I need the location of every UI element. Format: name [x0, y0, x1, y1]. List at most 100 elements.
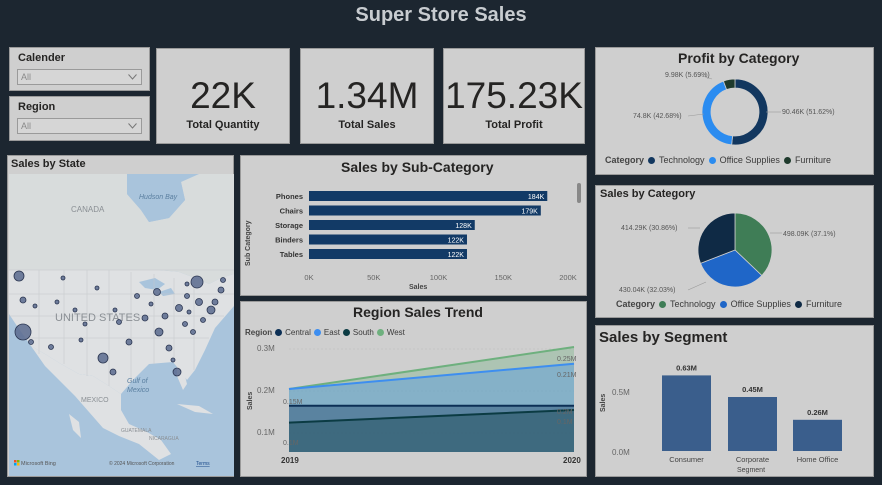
state-bubble[interactable]	[116, 319, 122, 325]
map-terms-link[interactable]: Terms	[196, 461, 210, 467]
legend-technology[interactable]: Technology	[659, 155, 705, 165]
state-bubble[interactable]	[220, 277, 226, 283]
total-sales-value: 1.34M	[315, 75, 419, 116]
subcategory-x-tick: 100K	[430, 273, 448, 282]
subcategory-bar[interactable]	[309, 249, 467, 259]
subcategory-x-axis-title: Sales	[409, 284, 427, 291]
state-bubble[interactable]	[112, 307, 118, 313]
state-bubble[interactable]	[134, 293, 140, 299]
segment-bar[interactable]	[728, 397, 777, 451]
state-bubble[interactable]	[153, 288, 161, 296]
subcategory-label: Storage	[275, 221, 303, 230]
state-bubble[interactable]	[141, 314, 149, 322]
state-bubble[interactable]	[78, 337, 84, 343]
segment-bar-chart: Sales 0.5M 0.0M Segment 0.63M Consumer 0.4…	[600, 363, 842, 474]
region-dropdown-value: All	[21, 121, 32, 131]
state-bubble[interactable]	[161, 312, 169, 320]
state-bubble[interactable]	[60, 275, 66, 281]
legend-technology[interactable]: Technology	[670, 299, 716, 309]
state-bubble[interactable]	[200, 317, 206, 323]
state-bubble[interactable]	[32, 303, 38, 309]
state-bubble[interactable]	[186, 309, 192, 315]
state-bubble[interactable]	[195, 298, 203, 306]
state-bubble[interactable]	[82, 321, 88, 327]
segment-y-axis-title: Sales	[600, 394, 607, 412]
state-bubble[interactable]	[125, 338, 133, 346]
total-quantity-card: 22K Total Quantity	[156, 48, 290, 144]
legend-furniture[interactable]: Furniture	[806, 299, 842, 309]
state-bubble[interactable]	[172, 367, 182, 377]
subcategory-bar[interactable]	[309, 205, 541, 216]
sales-category-legend: Category Technology Office Supplies Furn…	[616, 299, 842, 309]
region-dropdown[interactable]: All	[17, 118, 142, 134]
state-bubble[interactable]	[14, 323, 32, 341]
subcategory-value-label: 184K	[528, 194, 545, 201]
state-bubble[interactable]	[175, 304, 183, 312]
segment-bar[interactable]	[662, 375, 711, 451]
total-profit-value: 175.23K	[445, 75, 583, 116]
state-bubble[interactable]	[182, 321, 188, 327]
state-bubble[interactable]	[48, 344, 54, 350]
sales-label-technology: 498.09K (37.1%)	[783, 231, 836, 238]
state-bubble[interactable]	[13, 270, 25, 282]
legend-furniture[interactable]: Furniture	[795, 155, 831, 165]
map-label-guatemala: GUATEMALA	[121, 428, 152, 434]
state-bubble[interactable]	[109, 368, 117, 376]
furniture-dot	[794, 300, 802, 308]
calender-slicer: Calender All	[9, 47, 150, 91]
chevron-down-icon	[128, 123, 137, 129]
donut-slice[interactable]	[731, 78, 769, 146]
state-bubble[interactable]	[190, 275, 204, 289]
subcategory-value-label: 128K	[455, 223, 472, 230]
scrollbar-thumb[interactable]	[577, 183, 581, 203]
state-bubble[interactable]	[154, 327, 164, 337]
trend-label: 0.2M	[557, 409, 573, 416]
state-bubble[interactable]	[28, 339, 34, 345]
calender-dropdown[interactable]: All	[17, 69, 142, 85]
state-bubble[interactable]	[19, 296, 27, 304]
region-sales-trend-panel: Region Sales Trend Region Central East S…	[240, 301, 587, 477]
state-bubble[interactable]	[184, 281, 190, 287]
subcategory-x-tick: 150K	[494, 273, 512, 282]
bing-attribution: Microsoft Bing	[21, 461, 56, 467]
subcategory-bar-chart: Sub Category Sales Phones 184K Chairs 179K S…	[245, 183, 581, 291]
legend-office-supplies[interactable]: Office Supplies	[720, 155, 780, 165]
state-bubble[interactable]	[148, 301, 154, 307]
state-bubble[interactable]	[97, 352, 109, 364]
state-bubble[interactable]	[72, 307, 78, 313]
furniture-dot	[783, 156, 791, 164]
state-bubble[interactable]	[54, 299, 60, 305]
state-bubble[interactable]	[170, 357, 176, 363]
state-bubble[interactable]	[94, 285, 100, 291]
segment-bar[interactable]	[793, 419, 842, 451]
technology-dot	[659, 300, 667, 308]
state-bubble[interactable]	[190, 329, 196, 335]
state-bubble[interactable]	[165, 344, 173, 352]
trend-label: 0.25M	[557, 356, 577, 363]
subcategory-bar[interactable]	[309, 191, 548, 201]
subcategory-value-label: 122K	[448, 252, 465, 259]
segment-category-label: Corporate	[736, 455, 769, 464]
state-bubble[interactable]	[211, 298, 219, 306]
subcategory-bar[interactable]	[309, 234, 467, 245]
map-label-hudson: Hudson Bay	[139, 194, 178, 201]
office-supplies-dot	[719, 300, 727, 308]
state-bubble[interactable]	[184, 293, 190, 299]
subcategory-label: Tables	[280, 250, 303, 259]
technology-dot	[648, 156, 656, 164]
subcategory-bar[interactable]	[309, 220, 475, 230]
trend-y-tick: 0.2M	[257, 386, 275, 395]
subcategory-label: Phones	[276, 192, 303, 201]
legend-office-supplies[interactable]: Office Supplies	[731, 299, 791, 309]
total-quantity-value: 22K	[190, 75, 256, 116]
profit-label-furniture: 9.98K (5.69%)	[665, 72, 710, 79]
sales-label-office: 430.04K (32.03%)	[619, 287, 675, 294]
sales-pie-chart: 414.29K (30.86%) 498.09K (37.1%) 430.04K…	[619, 212, 836, 294]
donut-slice[interactable]	[701, 80, 733, 146]
map-label-nicaragua: NICARAGUA	[149, 436, 179, 442]
state-bubble[interactable]	[217, 286, 225, 294]
sales-map[interactable]: Hudson Bay CANADA UNITED STATES Gulf of …	[9, 174, 234, 476]
segment-category-label: Home Office	[797, 455, 839, 464]
state-bubble[interactable]	[206, 305, 216, 315]
total-sales-label: Total Sales	[338, 119, 396, 131]
